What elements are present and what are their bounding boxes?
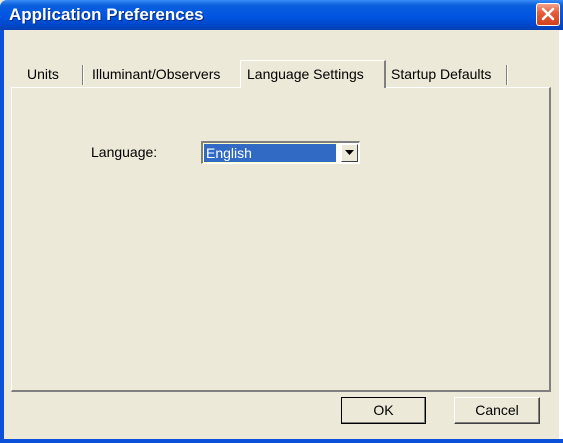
cancel-button[interactable]: Cancel xyxy=(454,397,540,424)
tab-units[interactable]: Units xyxy=(18,62,84,86)
tab-illuminant-observers[interactable]: Illuminant/Observers xyxy=(84,62,238,86)
preferences-dialog: Application Preferences Units Illuminant… xyxy=(0,0,563,443)
tab-language-settings[interactable]: Language Settings xyxy=(240,60,386,88)
ok-button[interactable]: OK xyxy=(341,397,426,424)
language-select-value: English xyxy=(203,143,337,163)
tab-label: Language Settings xyxy=(247,66,364,82)
tab-divider-highlight xyxy=(507,65,508,85)
tab-label: Units xyxy=(27,66,59,82)
window-frame-right xyxy=(559,30,563,443)
language-select-dropdown-button[interactable] xyxy=(341,144,358,162)
close-button[interactable] xyxy=(536,3,560,26)
language-select[interactable]: English xyxy=(201,141,360,164)
language-label: Language: xyxy=(91,144,158,160)
window-title: Application Preferences xyxy=(9,5,204,24)
tab-startup-defaults[interactable]: Startup Defaults xyxy=(387,62,511,86)
close-icon xyxy=(541,7,555,21)
window-frame-bottom xyxy=(0,439,563,443)
title-bar[interactable]: Application Preferences xyxy=(0,0,563,30)
tab-panel-language-settings xyxy=(11,87,551,392)
tab-label: Illuminant/Observers xyxy=(92,66,221,82)
chevron-down-icon xyxy=(345,150,354,155)
tab-label: Startup Defaults xyxy=(391,66,492,82)
window-frame-left xyxy=(0,30,4,443)
